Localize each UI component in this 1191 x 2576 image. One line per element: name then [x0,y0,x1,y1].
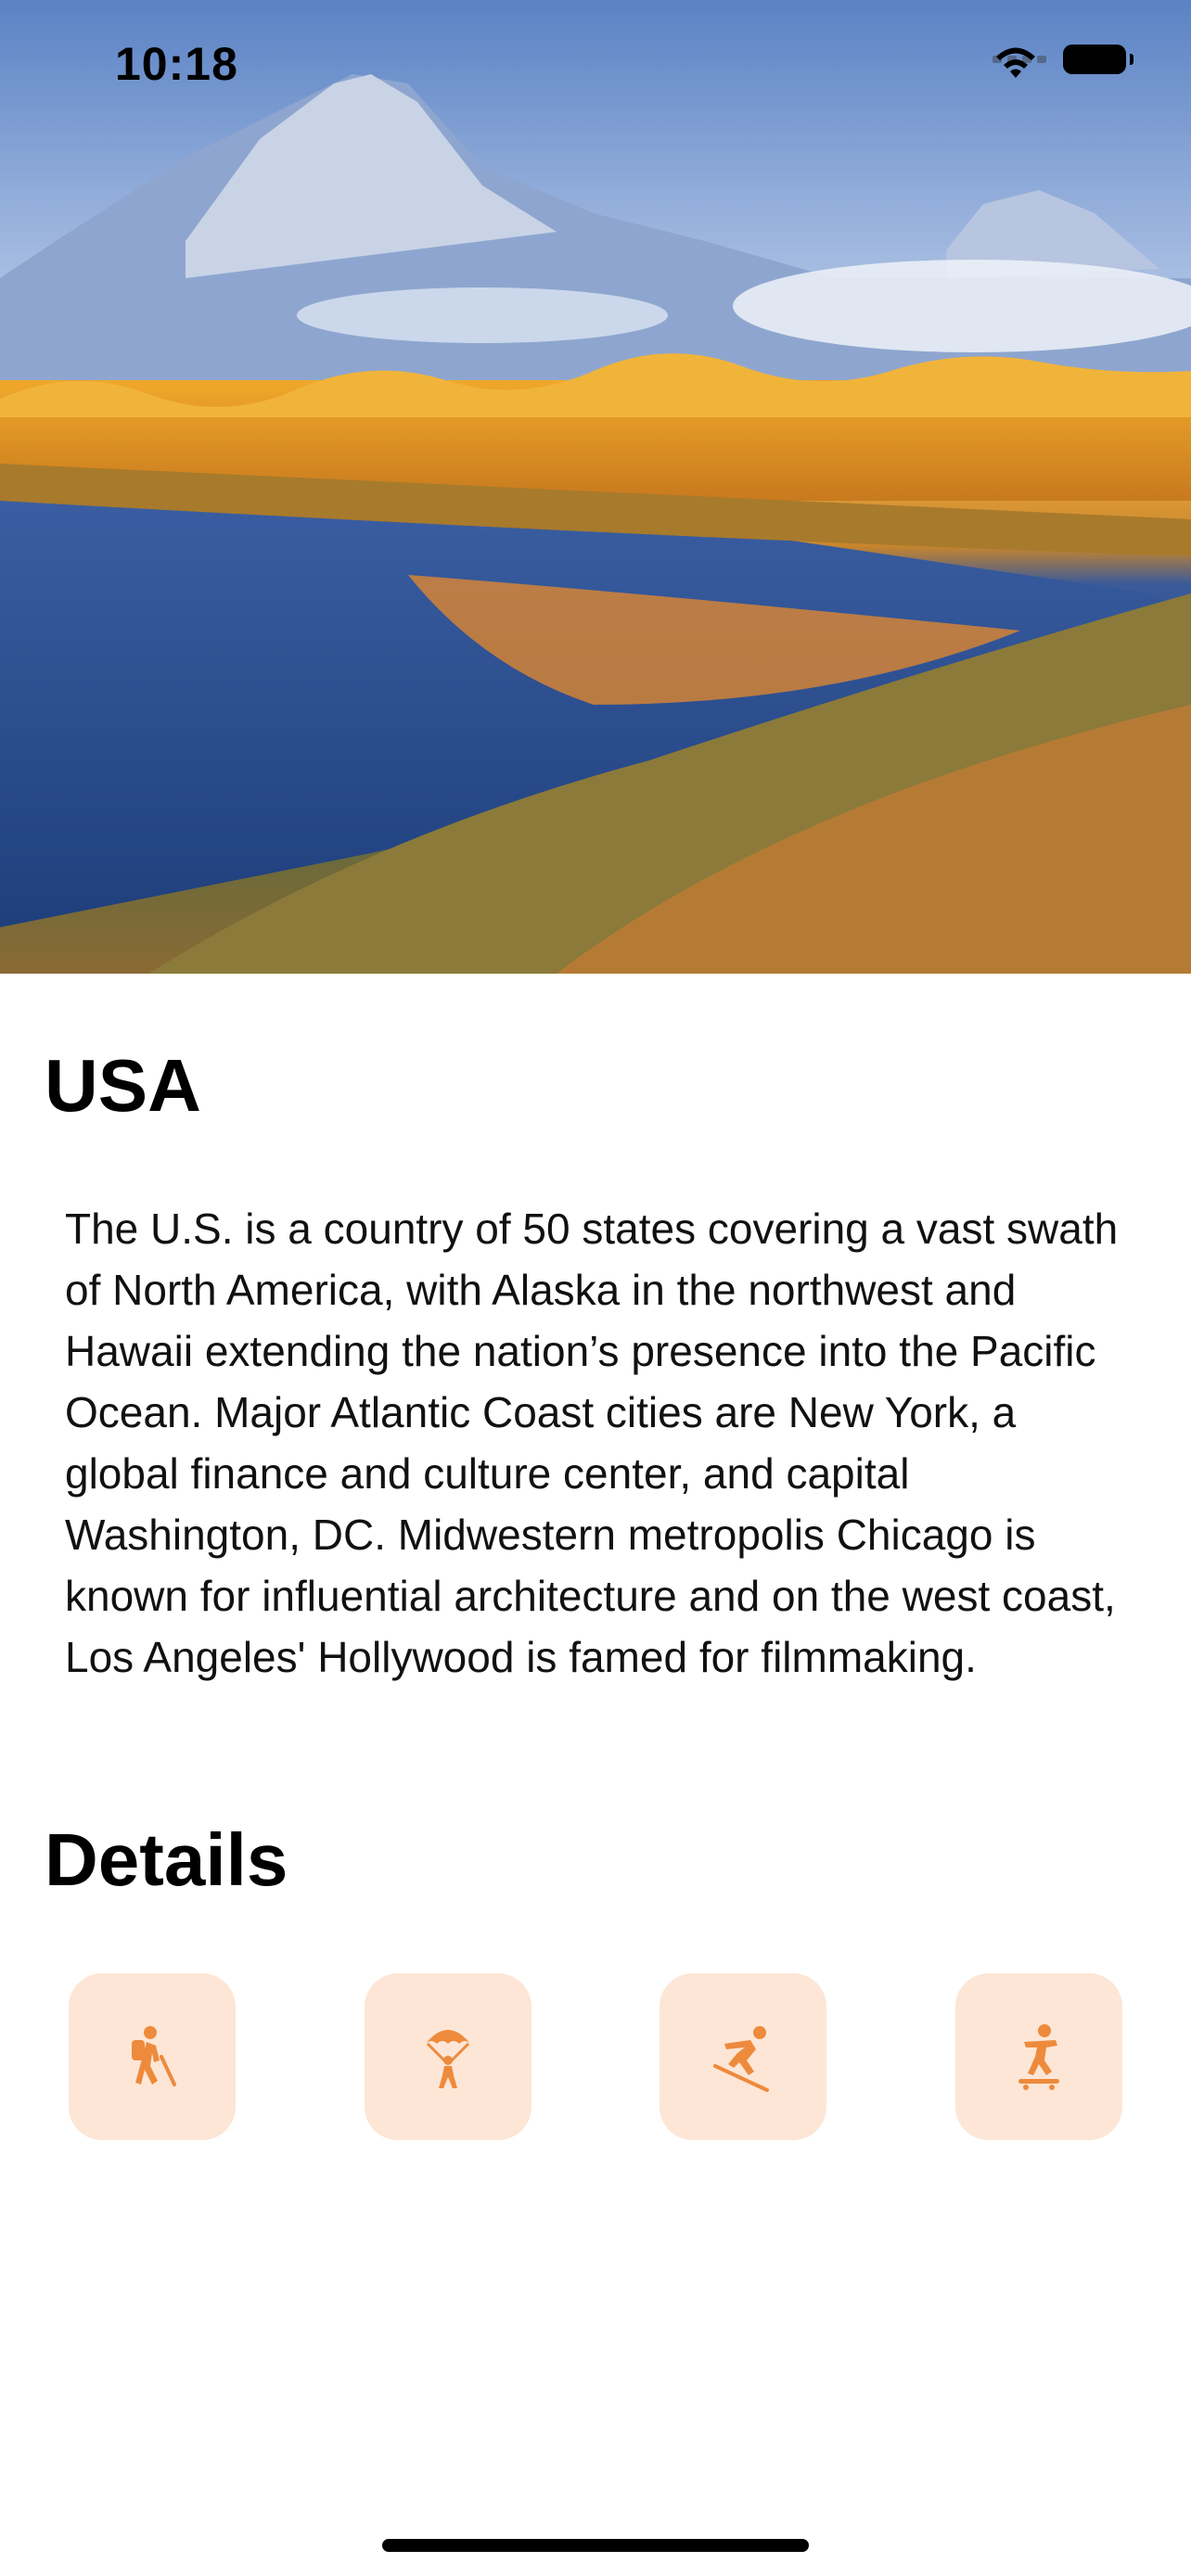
battery-icon [1063,45,1133,74]
hero-image: 10:18 [0,0,1191,974]
landscape-illustration [0,0,1191,974]
skiing-icon [713,2026,770,2092]
wifi-icon [996,47,1035,78]
country-title: USA [45,1044,201,1127]
activity-hiking[interactable] [69,1973,236,2140]
details-heading: Details [45,1818,288,1901]
home-indicator[interactable] [382,2539,809,2552]
activity-skateboarding[interactable] [954,1973,1122,2140]
activity-skiing[interactable] [660,1973,827,2140]
activity-parachuting[interactable] [364,1973,531,2140]
hiking-icon [132,2026,176,2086]
activities-row [69,1973,1122,2140]
parachuting-icon [425,2030,470,2088]
status-time: 10:18 [115,38,238,90]
skateboarding-icon [1018,2024,1059,2090]
country-description: The U.S. is a country of 50 states cover… [65,1205,1119,1681]
status-icons [992,45,1133,78]
